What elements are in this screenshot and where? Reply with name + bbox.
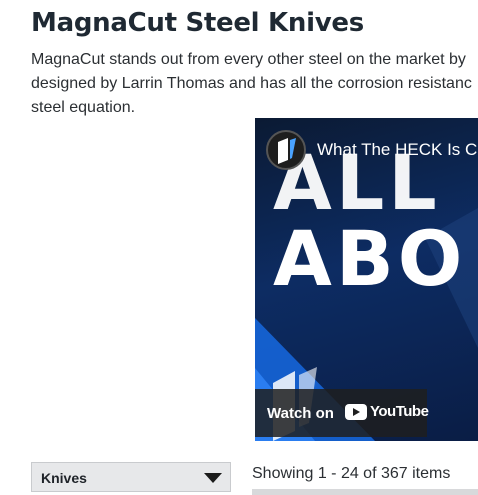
video-embed[interactable]: ALL ABO What The HECK Is C Watch on YouT…: [255, 118, 478, 441]
youtube-logo-icon: YouTube: [345, 403, 429, 420]
watch-on-label: Watch on: [267, 405, 334, 422]
thumbnail-word-middle: ABO: [273, 214, 467, 303]
category-filter-label: Knives: [41, 470, 87, 486]
caret-down-icon: [204, 473, 222, 483]
filter-divider: [31, 491, 231, 492]
youtube-play-icon: [345, 403, 367, 420]
intro-line-3: steel equation.: [31, 99, 136, 116]
intro-line-2: designed by Larrin Thomas and has all th…: [31, 75, 472, 92]
results-count: Showing 1 - 24 of 367 items: [252, 465, 451, 482]
intro-paragraph: MagnaCut stands out from every other ste…: [31, 48, 478, 120]
watch-on-youtube-button[interactable]: Watch on YouTube: [255, 389, 429, 437]
video-title[interactable]: What The HECK Is C: [317, 140, 477, 160]
channel-logo-icon[interactable]: [266, 130, 306, 170]
channel-logo-mark-icon: [278, 138, 296, 164]
intro-line-1: MagnaCut stands out from every other ste…: [31, 51, 466, 68]
youtube-wordmark: YouTube: [370, 403, 429, 420]
category-filter-dropdown[interactable]: Knives: [31, 462, 231, 492]
page-title: MagnaCut Steel Knives: [31, 8, 364, 38]
results-bar: [252, 489, 478, 495]
